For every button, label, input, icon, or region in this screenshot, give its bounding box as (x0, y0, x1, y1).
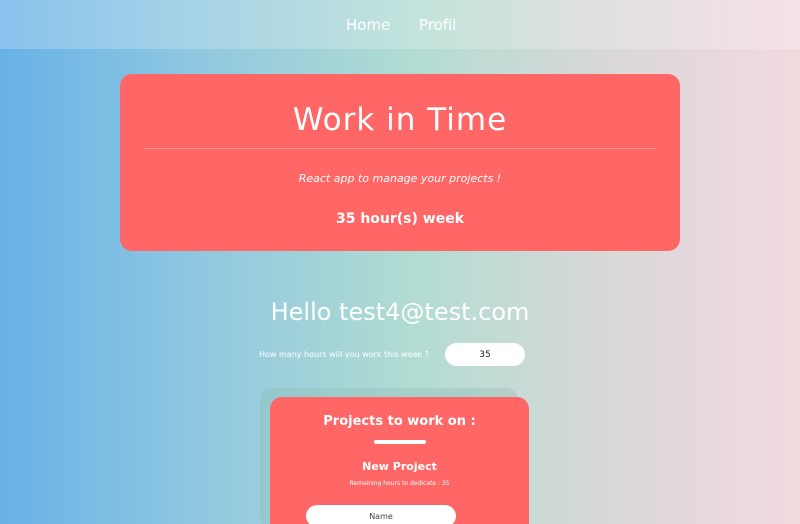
hero-divider (144, 148, 656, 149)
top-navbar: Home Profil (0, 0, 800, 49)
app-subtitle: React app to manage your projects ! (298, 172, 502, 185)
hours-input[interactable] (445, 343, 525, 366)
projects-heading: Projects to work on : (323, 414, 476, 429)
projects-heading-underline (374, 440, 426, 444)
new-project-heading: New Project (362, 460, 437, 473)
projects-card: Projects to work on : New Project Remain… (270, 397, 529, 524)
hours-question-label: How many hours will you work this week ? (259, 350, 429, 359)
hero-card: Work in Time React app to manage your pr… (120, 74, 680, 251)
nav-link-profil[interactable]: Profil (419, 16, 456, 34)
greeting-heading: Hello test4@test.com (270, 298, 530, 326)
weekly-hours-summary: 35 hour(s) week (335, 211, 465, 227)
app-title: Work in Time (292, 102, 508, 138)
remaining-hours-text: Remaining hours to dedicate : 35 (349, 480, 450, 487)
project-name-input[interactable] (306, 505, 456, 524)
nav-link-home[interactable]: Home (346, 16, 390, 34)
